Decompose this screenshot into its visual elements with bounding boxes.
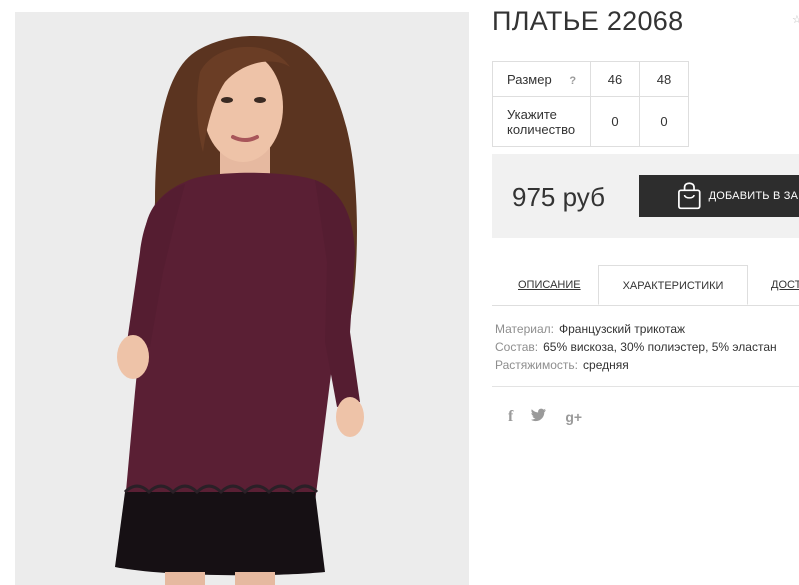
tab-characteristics[interactable]: ХАРАКТЕРИСТИКИ — [598, 265, 748, 305]
spec-value: средняя — [583, 358, 629, 372]
tab-description[interactable]: ОПИСАНИЕ — [518, 265, 581, 305]
tab-label: ОПИСАНИЕ — [518, 279, 581, 291]
product-title: ПЛАТЬЕ 22068 — [492, 6, 684, 36]
spec-value: Французский трикотаж — [558, 322, 686, 336]
facebook-icon[interactable]: f — [508, 408, 513, 426]
quantity-label: Укажите количество — [507, 107, 575, 137]
quantity-input[interactable]: 0 — [639, 96, 689, 147]
specs-list: Материал: Французский трикотаж Состав: 65%… — [495, 320, 777, 374]
size-table: Размер ? 46 48 Укажите количество 0 0 — [492, 61, 689, 147]
tab-delivery[interactable]: ДОСТАВКА — [771, 265, 799, 305]
add-to-order-label: ДОБАВИТЬ В ЗАКАЗ — [708, 190, 799, 202]
quantity-label-line: Укажите — [507, 106, 557, 122]
divider — [492, 386, 799, 387]
size-option: 46 — [590, 61, 640, 97]
quantity-label-cell: Укажите количество — [492, 96, 591, 147]
product-tabs: ОПИСАНИЕ ХАРАКТЕРИСТИКИ ДОСТАВКА — [492, 265, 799, 306]
tab-label: ДОСТАВКА — [771, 279, 799, 291]
quantity-label-line: количество — [507, 121, 576, 137]
size-help-icon[interactable]: ? — [569, 75, 576, 87]
product-price: 975 руб — [512, 182, 605, 212]
shopping-bag-icon — [678, 182, 701, 210]
twitter-icon[interactable] — [531, 408, 547, 426]
spec-key: Растяжимость: — [495, 358, 579, 372]
size-label-cell: Размер ? — [492, 61, 591, 97]
spec-key: Состав: — [495, 340, 539, 354]
spec-row: Растяжимость: средняя — [495, 356, 777, 374]
size-label: Размер — [507, 71, 552, 87]
spec-row: Материал: Французский трикотаж — [495, 320, 777, 338]
social-share: f g+ — [508, 408, 582, 426]
product-photo[interactable] — [15, 12, 469, 585]
price-box: 975 руб ДОБАВИТЬ В ЗАКАЗ — [492, 154, 799, 238]
spec-row: Состав: 65% вискоза, 30% полиэстер, 5% эл… — [495, 338, 777, 356]
spec-key: Материал: — [495, 322, 554, 336]
wishlist-icon[interactable]: ☆ — [792, 14, 799, 26]
google-plus-icon[interactable]: g+ — [565, 408, 582, 426]
tab-label: ХАРАКТЕРИСТИКИ — [622, 280, 724, 292]
quantity-input[interactable]: 0 — [590, 96, 640, 147]
spec-value: 65% вискоза, 30% полиэстер, 5% эластан — [543, 340, 777, 354]
size-option: 48 — [639, 61, 689, 97]
dress-model-image — [15, 12, 469, 585]
add-to-order-button[interactable]: ДОБАВИТЬ В ЗАКАЗ — [639, 175, 799, 217]
